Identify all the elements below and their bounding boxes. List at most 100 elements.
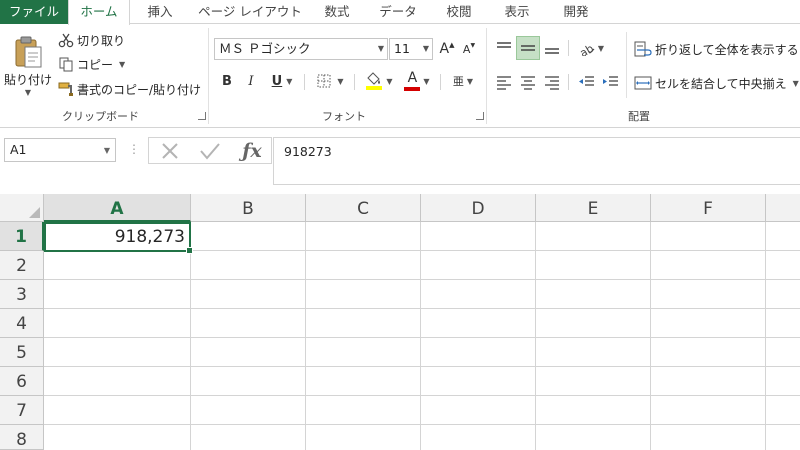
gridline [44,424,800,425]
chevron-down-icon: ▼ [24,88,32,97]
column-header-c[interactable]: C [306,194,421,222]
align-bottom-button[interactable] [540,36,564,60]
row-header-7[interactable]: 7 [0,396,44,425]
name-box-value: A1 [10,142,27,157]
tab-review[interactable]: 校閲 [432,0,486,24]
font-launcher-icon[interactable] [476,112,484,120]
column-header-d[interactable]: D [421,194,536,222]
copy-icon [59,57,73,72]
caret-up-icon: ▲ [449,41,455,49]
enter-button[interactable] [197,140,223,162]
align-left-button[interactable] [492,70,516,94]
row-header-3[interactable]: 3 [0,280,44,309]
format-painter-label: 書式のコピー/貼り付け [77,82,202,97]
ribbon-tab-bar: ファイル ホーム 挿入 ページ レイアウト 数式 データ 校閲 表示 開発 [0,0,800,25]
row-header-1[interactable]: 1 [0,222,44,251]
border-icon [317,74,331,88]
chevron-down-icon: ▼ [337,76,344,86]
merge-center-button[interactable]: セルを結合して中央揃え ▼ [634,72,799,94]
copy-button[interactable]: コピー ▼ [58,54,125,74]
fill-color-bar [366,86,383,90]
wrap-text-icon [634,41,652,57]
column-header-e[interactable]: E [536,194,651,222]
wrap-text-button[interactable]: 折り返して全体を表示する [634,38,799,60]
row-header-8[interactable]: 8 [0,425,44,450]
merge-center-label: セルを結合して中央揃え [655,76,787,91]
copy-label: コピー [77,57,114,72]
font-name-combo[interactable]: ＭＳ Ｐゴシック ▼ [214,38,388,60]
italic-button[interactable]: I [242,70,260,92]
font-group-label: フォント [322,110,366,123]
cancel-button[interactable] [157,140,183,162]
row-header-6[interactable]: 6 [0,367,44,396]
gridline [420,222,421,450]
chevron-down-icon: ▼ [466,76,474,86]
grow-font-button[interactable]: A ▲ [438,38,456,60]
increase-indent-icon [603,76,618,86]
phonetic-button[interactable]: 亜 ▼ [448,68,478,94]
phonetic-icon: 亜 [452,75,464,88]
cancel-icon [162,143,178,159]
border-button[interactable]: ▼ [312,70,348,92]
font-color-icon: A [404,70,421,91]
insert-function-button[interactable]: ƒx [237,139,267,163]
tab-view[interactable]: 表示 [490,0,544,24]
grow-font-label: A [439,41,450,57]
gridline [765,222,766,450]
increase-indent-button[interactable] [598,70,622,94]
font-color-bar [404,87,421,91]
align-center-button[interactable] [516,70,540,94]
toolbar-divider [304,74,305,90]
font-size-combo[interactable]: 11 ▼ [389,38,433,60]
align-right-button[interactable] [540,70,564,94]
chevron-down-icon: ▼ [119,59,126,69]
cut-button[interactable]: 切り取り [58,30,125,50]
column-header-b[interactable]: B [191,194,306,222]
align-middle-button[interactable] [516,36,540,60]
name-box[interactable]: A1 ▼ [4,138,116,162]
alignment-group-label: 配置 [628,110,650,123]
tab-developer[interactable]: 開発 [548,0,604,24]
shrink-font-button[interactable]: A ▼ [460,38,478,60]
chevron-down-icon: ▼ [377,44,384,53]
gridline [190,222,191,450]
column-header-f[interactable]: F [651,194,766,222]
clipboard-group-label: クリップボード [62,110,139,123]
select-all-button[interactable] [0,194,44,222]
align-bottom-icon [545,48,559,54]
tab-page-layout[interactable]: ページ レイアウト [192,0,308,24]
font-color-button[interactable]: A ▼ [400,68,434,94]
chevron-down-icon: ▼ [597,43,605,53]
tab-data[interactable]: データ [368,0,428,24]
toolbar-divider [354,74,355,90]
align-middle-icon [521,45,535,51]
caret-down-icon: ▼ [470,41,476,49]
font-name-value: ＭＳ Ｐゴシック [219,41,311,56]
group-divider [486,28,487,124]
row-header-5[interactable]: 5 [0,338,44,367]
column-header-partial[interactable] [766,194,800,222]
row-header-4[interactable]: 4 [0,309,44,338]
bold-button[interactable]: B [218,70,236,92]
underline-button[interactable]: U ▼ [266,70,298,92]
font-color-label: A [407,70,418,86]
paste-label: 貼り付け [4,73,53,87]
formula-bar-resize-handle[interactable]: ⋮ [128,142,140,156]
tab-file[interactable]: ファイル [0,0,68,24]
align-top-button[interactable] [492,36,516,60]
tab-home[interactable]: ホーム [68,0,130,25]
paste-button[interactable]: 貼り付け ▼ [4,30,52,102]
format-painter-button[interactable]: 書式のコピー/貼り付け [58,79,201,99]
clipboard-launcher-icon[interactable] [198,112,206,120]
align-top-icon [497,42,511,48]
orientation-button[interactable]: ab ▼ [574,36,608,60]
formula-input[interactable]: 918273 [273,137,800,185]
row-header-2[interactable]: 2 [0,251,44,280]
tab-formulas[interactable]: 数式 [312,0,362,24]
fill-color-button[interactable]: ▼ [362,68,396,94]
font-size-value: 11 [394,41,410,56]
decrease-indent-button[interactable] [574,70,598,94]
tab-insert[interactable]: 挿入 [132,0,188,24]
column-header-a[interactable]: A [44,194,191,222]
cell-a1[interactable]: 918,273 [44,222,193,254]
